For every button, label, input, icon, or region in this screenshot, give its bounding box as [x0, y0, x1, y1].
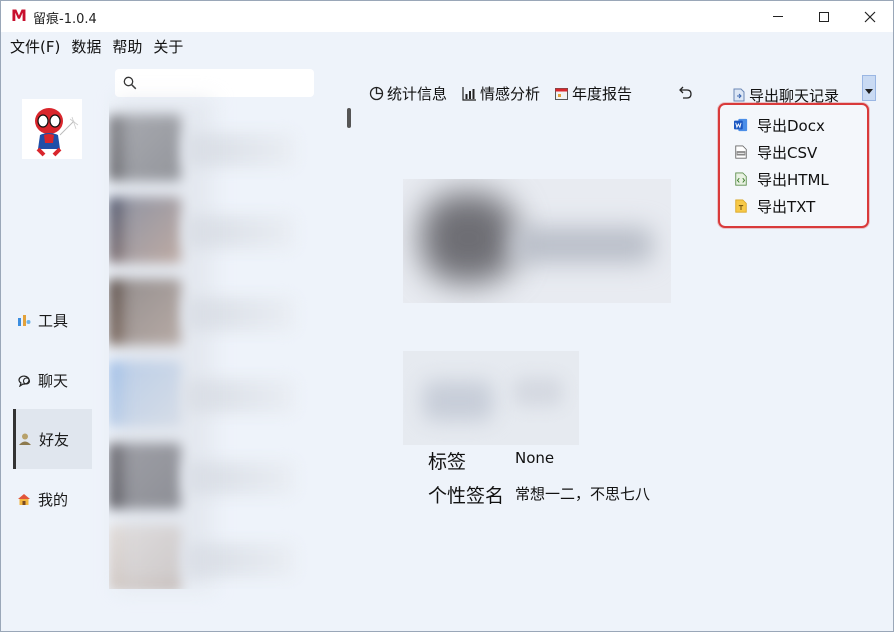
- menu-help[interactable]: 帮助: [112, 36, 142, 57]
- photo-blur: [421, 193, 516, 283]
- export-txt-label: 导出TXT: [757, 197, 816, 216]
- annual-report-label: 年度报告: [572, 84, 633, 103]
- title-bar: M 留痕-1.0.4: [1, 1, 893, 32]
- sentiment-label: 情感分析: [480, 84, 541, 103]
- txt-icon: [735, 199, 747, 213]
- nav-mine-label: 我的: [38, 490, 69, 509]
- nav-tools-label: 工具: [38, 311, 69, 330]
- menu-data[interactable]: 数据: [71, 36, 101, 57]
- html-icon: [735, 172, 747, 186]
- search-box[interactable]: [115, 69, 314, 97]
- profile-photo: [403, 179, 671, 303]
- list-scrollbar[interactable]: [347, 108, 351, 128]
- maximize-button[interactable]: [801, 1, 847, 32]
- profile-info-blurred: [403, 351, 579, 445]
- stats-label: 统计信息: [387, 84, 448, 103]
- tag-value: None: [515, 449, 555, 467]
- search-icon: [123, 76, 137, 90]
- caret-down-icon: [865, 89, 873, 94]
- export-file-icon: [733, 88, 745, 102]
- window-title: 留痕-1.0.4: [33, 12, 97, 27]
- menu-about[interactable]: 关于: [153, 36, 183, 57]
- export-docx-label: 导出Docx: [757, 116, 825, 135]
- spiderman-avatar-icon: [22, 99, 82, 159]
- export-csv-label: 导出CSV: [757, 143, 818, 162]
- export-txt-item[interactable]: 导出TXT: [734, 194, 864, 218]
- app-window: M 留痕-1.0.4 文件(F) 数据 帮助 关于 工具 聊天 好友 我的 统计…: [0, 0, 894, 632]
- photo-blur: [513, 227, 653, 263]
- tools-icon: [18, 315, 31, 326]
- nav-friends[interactable]: 好友: [13, 409, 92, 469]
- signature-label: 个性签名: [428, 485, 505, 507]
- chat-icon: [18, 375, 31, 387]
- nav-mine[interactable]: 我的: [13, 470, 92, 528]
- friend-icon: [19, 433, 31, 445]
- home-icon: [18, 494, 30, 505]
- export-html-label: 导出HTML: [757, 170, 829, 189]
- export-html-item[interactable]: 导出HTML: [734, 167, 864, 191]
- export-dropdown-toggle[interactable]: [862, 75, 876, 101]
- close-button[interactable]: [847, 1, 893, 32]
- undo-button[interactable]: [677, 84, 695, 102]
- csv-icon: [735, 145, 747, 159]
- menu-bar: 文件(F) 数据 帮助 关于: [1, 32, 893, 60]
- export-menu: 导出Docx 导出CSV 导出HTML 导出TXT: [718, 103, 869, 228]
- app-logo-icon: M: [11, 6, 27, 25]
- annual-report-button[interactable]: 年度报告: [554, 81, 632, 105]
- maximize-icon: [819, 11, 829, 22]
- pie-chart-icon: [369, 86, 384, 100]
- minimize-icon: [773, 16, 783, 17]
- search-input[interactable]: [143, 73, 308, 93]
- bar-chart-icon: [462, 86, 476, 101]
- nav-tools[interactable]: 工具: [13, 291, 92, 349]
- calendar-icon: [555, 87, 568, 100]
- stats-button[interactable]: 统计信息: [369, 81, 447, 105]
- nav-friends-label: 好友: [39, 430, 70, 449]
- minimize-button[interactable]: [755, 1, 801, 32]
- user-avatar[interactable]: [22, 99, 82, 159]
- signature-value: 常想一二，不思七八: [515, 485, 651, 503]
- menu-file[interactable]: 文件(F): [10, 36, 60, 57]
- export-docx-item[interactable]: 导出Docx: [734, 113, 864, 137]
- word-icon: [734, 118, 748, 132]
- tag-label: 标签: [428, 451, 467, 473]
- list-blur-overlay: [117, 99, 213, 589]
- nav-chat[interactable]: 聊天: [13, 351, 92, 409]
- nav-chat-label: 聊天: [38, 371, 69, 390]
- sentiment-button[interactable]: 情感分析: [462, 81, 540, 105]
- info-blur: [423, 381, 493, 421]
- export-csv-item[interactable]: 导出CSV: [734, 140, 864, 164]
- undo-icon: [679, 86, 692, 99]
- close-icon: [864, 11, 876, 22]
- info-blur: [513, 377, 563, 407]
